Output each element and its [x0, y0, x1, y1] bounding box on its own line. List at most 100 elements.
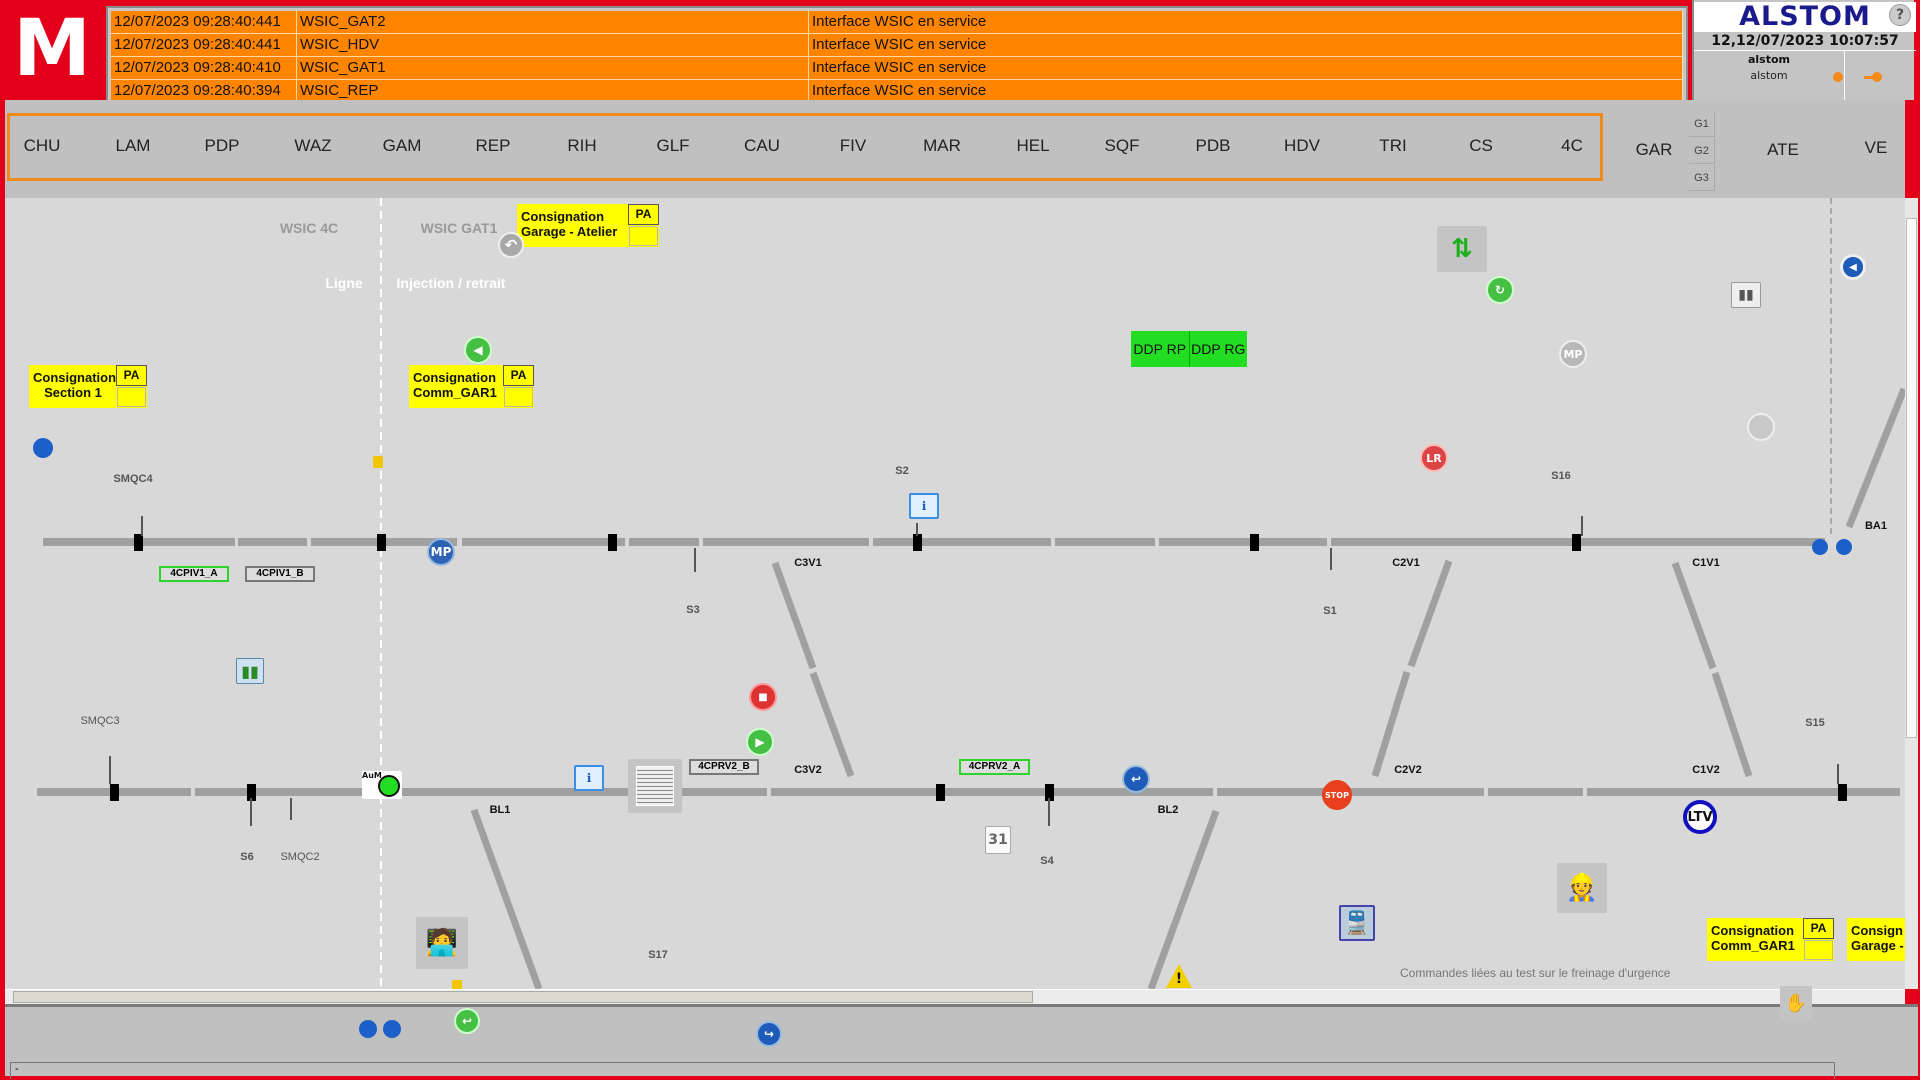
- nav-ve[interactable]: VE: [1865, 138, 1888, 158]
- stop-label: STOP: [1325, 790, 1349, 800]
- operator-dots-icon[interactable]: [356, 1017, 404, 1041]
- operator-dots-icon[interactable]: [1810, 537, 1854, 557]
- info-icon[interactable]: ℹ: [574, 765, 604, 791]
- alarm-row[interactable]: 12/07/2023 09:28:40:441 WSIC_GAT2 Interfac…: [111, 11, 1683, 34]
- station-gam[interactable]: GAM: [383, 136, 422, 156]
- vertical-scrollbar[interactable]: [1905, 198, 1918, 989]
- consignation-garage-atelier[interactable]: Consignation Garage - Atelier PA: [517, 204, 659, 247]
- track-box-4cpiv1-a[interactable]: 4CPIV1_A: [159, 566, 229, 582]
- track-switch[interactable]: [809, 671, 855, 778]
- pa-state: [117, 387, 146, 407]
- train-icon[interactable]: 🚆: [1339, 905, 1375, 941]
- gray-status-icon[interactable]: [1747, 413, 1775, 441]
- track-box-4cpiv1-b[interactable]: 4CPIV1_B: [245, 566, 315, 582]
- left-arrow-green-icon[interactable]: ◀: [464, 336, 492, 364]
- station-glf[interactable]: GLF: [656, 136, 689, 156]
- nav-g1[interactable]: G1: [1689, 111, 1715, 137]
- chart-icon[interactable]: ▮▮: [236, 658, 264, 684]
- divider: [1844, 50, 1845, 100]
- track-switch[interactable]: [1407, 559, 1453, 668]
- station-waz[interactable]: WAZ: [294, 136, 331, 156]
- help-icon[interactable]: ?: [1889, 4, 1911, 26]
- pa-state: [504, 387, 533, 407]
- consignation-section-1[interactable]: Consignation Section 1 PA: [29, 365, 147, 408]
- track-switch[interactable]: [1711, 671, 1753, 778]
- track-switch[interactable]: [771, 561, 817, 670]
- horizontal-scrollbar[interactable]: [5, 989, 1905, 1004]
- nav-gar[interactable]: GAR: [1636, 140, 1673, 160]
- list-panel-icon[interactable]: [628, 759, 682, 813]
- left-arrow-blue-icon[interactable]: ◀: [1840, 254, 1866, 280]
- return-blue-icon[interactable]: ↪: [756, 1021, 782, 1047]
- nav-g3[interactable]: G3: [1689, 165, 1715, 191]
- alarm-row[interactable]: 12/07/2023 09:28:40:410 WSIC_GAT1 Interfac…: [111, 57, 1683, 80]
- station-mar[interactable]: MAR: [923, 136, 961, 156]
- station-lam[interactable]: LAM: [116, 136, 151, 156]
- station-tri[interactable]: TRI: [1379, 136, 1406, 156]
- stop-button-icon[interactable]: ■: [749, 683, 777, 711]
- mp-icon[interactable]: MP: [427, 538, 455, 566]
- alarm-code: WSIC_GAT1: [297, 57, 809, 79]
- worker-icon[interactable]: 👷: [1557, 863, 1607, 913]
- play-button-icon[interactable]: ▶: [746, 728, 774, 756]
- track-switch[interactable]: [1671, 561, 1717, 670]
- operator-computer-icon[interactable]: 🧑‍💻: [416, 917, 468, 969]
- mp-label: MP: [430, 545, 452, 559]
- return-green-icon[interactable]: ↻: [1486, 276, 1514, 304]
- ltv-icon[interactable]: LTV: [1683, 800, 1717, 834]
- station-cau[interactable]: CAU: [744, 136, 780, 156]
- station-rep[interactable]: REP: [476, 136, 511, 156]
- ddp-panel: DDP RP DDP RG: [1131, 331, 1247, 367]
- track-switch[interactable]: [1147, 809, 1220, 989]
- alarm-row[interactable]: 12/07/2023 09:28:40:441 WSIC_HDV Interface…: [111, 34, 1683, 57]
- undo-arrow-icon[interactable]: ↶: [498, 232, 524, 258]
- station-rih[interactable]: RIH: [567, 136, 596, 156]
- consignation-garage-partial[interactable]: Consign Garage -: [1847, 918, 1905, 961]
- nav-ate[interactable]: ATE: [1767, 140, 1799, 160]
- station-4c[interactable]: 4C: [1561, 136, 1583, 156]
- aum-label: AuM: [362, 771, 382, 780]
- station-hdv[interactable]: HDV: [1284, 136, 1320, 156]
- station-cs[interactable]: CS: [1469, 136, 1493, 156]
- info-icon[interactable]: ℹ: [909, 493, 939, 519]
- alstom-logo: ALSTOM: [1694, 2, 1916, 32]
- consignation-comm-gar1-2[interactable]: Consignation Comm_GAR1 PA: [1707, 918, 1834, 961]
- track-box-4cprv2-a[interactable]: 4CPRV2_A: [959, 759, 1030, 775]
- mp-gray-icon[interactable]: MP: [1559, 340, 1587, 368]
- track-switch[interactable]: [1845, 387, 1905, 529]
- logout-key-icon[interactable]: [1864, 72, 1884, 82]
- alarm-message: Interface WSIC en service: [809, 34, 1683, 56]
- station-pdb[interactable]: PDB: [1196, 136, 1231, 156]
- header-panel: ALSTOM ? 12,12/07/2023 10:07:57 alstom a…: [1692, 0, 1916, 100]
- alarm-message: Interface WSIC en service: [809, 80, 1683, 102]
- station-fiv[interactable]: FIV: [840, 136, 866, 156]
- chart-gray-icon[interactable]: ▮▮: [1731, 282, 1761, 308]
- calendar-icon[interactable]: 31: [985, 826, 1011, 854]
- horizontal-scroll-thumb[interactable]: [13, 991, 1033, 1003]
- block-marker: [608, 534, 617, 551]
- operator-dots-icon[interactable]: [33, 438, 53, 458]
- calendar-label: 31: [988, 832, 1008, 848]
- track-switch[interactable]: [470, 808, 543, 989]
- consignation-comm-gar1[interactable]: Consignation Comm_GAR1 PA: [409, 365, 534, 408]
- return-green-icon[interactable]: ↩: [454, 1008, 480, 1034]
- return-arrow-icon[interactable]: ↩: [1122, 765, 1150, 793]
- track-switch[interactable]: [1371, 670, 1411, 778]
- green-switch-icon[interactable]: ⇅: [1437, 226, 1487, 272]
- aum-icon[interactable]: AuM: [362, 771, 402, 799]
- station-hel[interactable]: HEL: [1016, 136, 1049, 156]
- emergency-hand-icon[interactable]: ✋: [1780, 986, 1812, 1020]
- nav-g2[interactable]: G2: [1689, 138, 1715, 164]
- lr-icon[interactable]: LR: [1420, 444, 1448, 472]
- block-marker: [134, 534, 143, 551]
- station-sqf[interactable]: SQF: [1105, 136, 1140, 156]
- track-box-4cprv2-b[interactable]: 4CPRV2_B: [689, 759, 759, 775]
- vertical-scroll-thumb[interactable]: [1906, 218, 1917, 738]
- lr-label: LR: [1426, 451, 1442, 465]
- pa-indicator: PA: [628, 204, 659, 225]
- stop-sign-icon[interactable]: STOP: [1322, 780, 1352, 810]
- ddp-rp-button[interactable]: DDP RP: [1131, 331, 1190, 367]
- station-chu[interactable]: CHU: [24, 136, 61, 156]
- ddp-rg-button[interactable]: DDP RG: [1190, 331, 1248, 367]
- station-pdp[interactable]: PDP: [205, 136, 240, 156]
